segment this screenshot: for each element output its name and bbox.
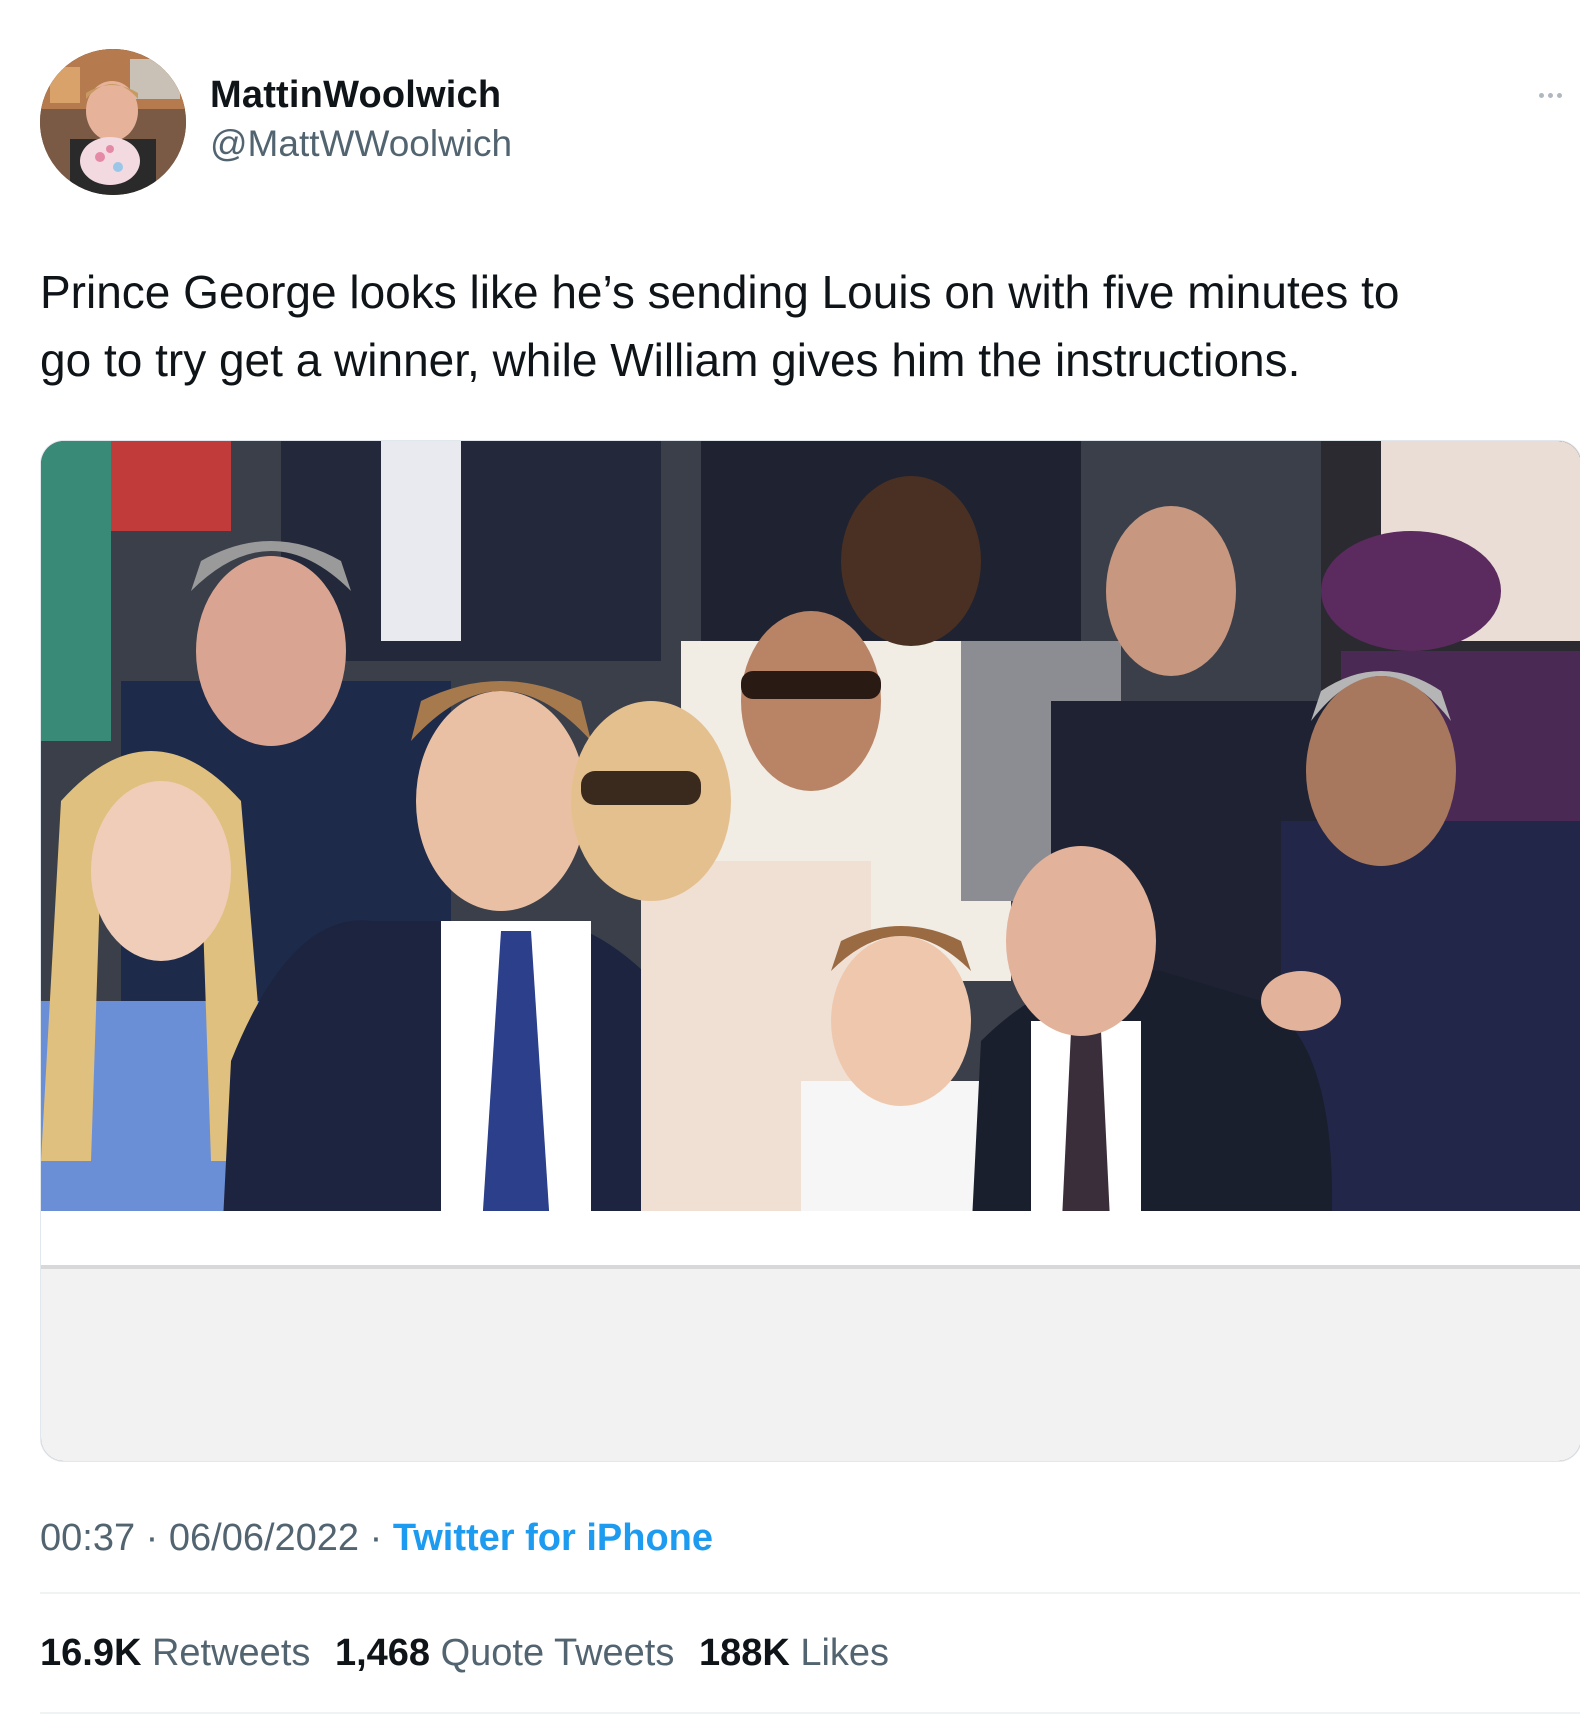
retweets-label: Retweets [151, 1632, 311, 1674]
author-name[interactable]: MattinWoolwich [210, 74, 501, 117]
more-options-icon[interactable] [1530, 80, 1570, 110]
more-dot [1556, 92, 1562, 98]
more-dot [1538, 92, 1544, 98]
meta-separator: · [369, 1517, 383, 1559]
tweet-meta: 00:37 · 06/06/2022 · Twitter for iPhone [40, 1517, 713, 1560]
retweets-stat[interactable]: 16.9K Retweets [40, 1632, 321, 1674]
quote-tweets-stat[interactable]: 1,468 Quote Tweets [335, 1632, 685, 1674]
likes-count: 188K [698, 1632, 790, 1674]
more-dot [1547, 92, 1553, 98]
likes-stat[interactable]: 188K Likes [699, 1632, 889, 1674]
tweet-text: Prince George looks like he’s sending Lo… [40, 266, 1400, 386]
likes-label: Likes [800, 1632, 890, 1674]
divider [40, 1592, 1580, 1594]
tweet-photo[interactable] [40, 440, 1580, 1462]
retweets-count: 16.9K [40, 1632, 142, 1674]
tweet-source-link[interactable]: Twitter for iPhone [393, 1517, 713, 1559]
tweet-time[interactable]: 00:37 [40, 1517, 135, 1559]
author-handle[interactable]: @MattWWoolwich [210, 123, 512, 165]
tweet-stats: 16.9K Retweets 1,468 Quote Tweets 188K L… [40, 1632, 903, 1675]
quote-tweets-count: 1,468 [334, 1632, 431, 1674]
author-avatar[interactable] [40, 49, 186, 195]
quote-tweets-label: Quote Tweets [440, 1632, 675, 1674]
tweet-card: MattinWoolwich @MattWWoolwich Prince Geo… [0, 0, 1580, 1723]
avatar-image [40, 49, 186, 195]
crowd-photo [41, 441, 1580, 1461]
meta-separator: · [145, 1517, 159, 1559]
divider [40, 1712, 1580, 1714]
tweet-date[interactable]: 06/06/2022 [169, 1517, 359, 1559]
